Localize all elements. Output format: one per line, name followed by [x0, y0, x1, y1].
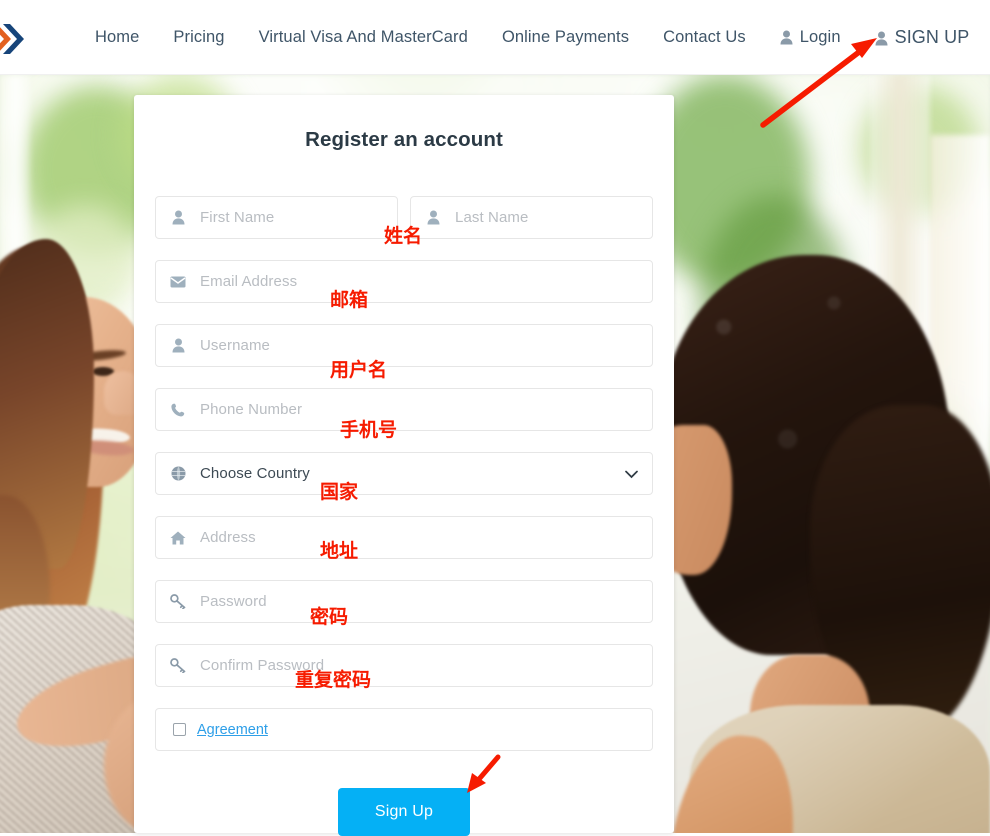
username-field[interactable]: Username — [155, 324, 653, 367]
nav-item-contact-us[interactable]: Contact Us — [646, 28, 763, 47]
nav-item-home[interactable]: Home — [78, 28, 156, 47]
country-value: Choose Country — [200, 465, 310, 482]
phone-field[interactable]: Phone Number — [155, 388, 653, 431]
username-placeholder: Username — [200, 337, 270, 354]
user-icon — [156, 210, 200, 225]
register-form: First Name Last Name Email Address Usern… — [134, 196, 674, 836]
nav-item-sign-up[interactable]: SIGN UP — [858, 27, 987, 48]
phone-icon — [156, 403, 200, 417]
nav-item-sign-up-label: SIGN UP — [894, 26, 970, 47]
envelope-icon — [156, 276, 200, 288]
last-name-field[interactable]: Last Name — [410, 196, 653, 239]
password-field[interactable]: Password — [155, 580, 653, 623]
user-icon — [780, 30, 793, 45]
key-icon — [156, 594, 200, 609]
nav-item-login-label: Login — [799, 27, 841, 46]
phone-placeholder: Phone Number — [200, 401, 303, 418]
country-select[interactable]: Choose Country — [155, 452, 653, 495]
annotation-name: 姓名 — [384, 225, 423, 247]
annotation-password: 密码 — [310, 606, 349, 628]
annotation-username: 用户名 — [330, 359, 388, 381]
nav-item-login[interactable]: Login — [763, 28, 858, 47]
annotation-phone: 手机号 — [340, 419, 398, 441]
double-chevron-logo-icon[interactable] — [0, 22, 28, 56]
email-placeholder: Email Address — [200, 273, 298, 290]
address-field[interactable]: Address — [155, 516, 653, 559]
nav-item-virtual-visa-and-mastercard[interactable]: Virtual Visa And MasterCard — [242, 28, 485, 47]
sign-up-button[interactable]: Sign Up — [338, 788, 470, 836]
home-icon — [156, 531, 200, 545]
nav-item-online-payments[interactable]: Online Payments — [485, 28, 646, 47]
agreement-link[interactable]: Agreement — [197, 722, 268, 738]
address-placeholder: Address — [200, 529, 256, 546]
annotation-address: 地址 — [320, 540, 359, 562]
annotation-country: 国家 — [320, 481, 359, 503]
last-name-placeholder: Last Name — [455, 209, 529, 226]
first-name-field[interactable]: First Name — [155, 196, 398, 239]
chevron-down-icon — [625, 466, 638, 481]
confirm-password-field[interactable]: Confirm Password — [155, 644, 653, 687]
top-navbar: Home Pricing Virtual Visa And MasterCard… — [0, 0, 990, 75]
annotation-email: 邮箱 — [330, 289, 369, 311]
page-title: Register an account — [305, 128, 503, 151]
nav-links: Home Pricing Virtual Visa And MasterCard… — [78, 27, 986, 48]
user-icon — [875, 30, 888, 45]
nav-item-pricing[interactable]: Pricing — [156, 28, 241, 47]
right-person-photo — [636, 255, 990, 833]
user-icon — [156, 338, 200, 353]
first-name-placeholder: First Name — [200, 209, 275, 226]
globe-icon — [156, 466, 200, 481]
password-placeholder: Password — [200, 593, 267, 610]
register-card: Register an account First Name Last Name — [134, 95, 674, 836]
key-icon — [156, 658, 200, 673]
agreement-row: Agreement — [155, 708, 653, 751]
email-field[interactable]: Email Address — [155, 260, 653, 303]
submit-row: Sign Up — [155, 788, 653, 836]
annotation-confirm-password: 重复密码 — [295, 669, 372, 691]
agreement-checkbox[interactable] — [173, 723, 186, 736]
